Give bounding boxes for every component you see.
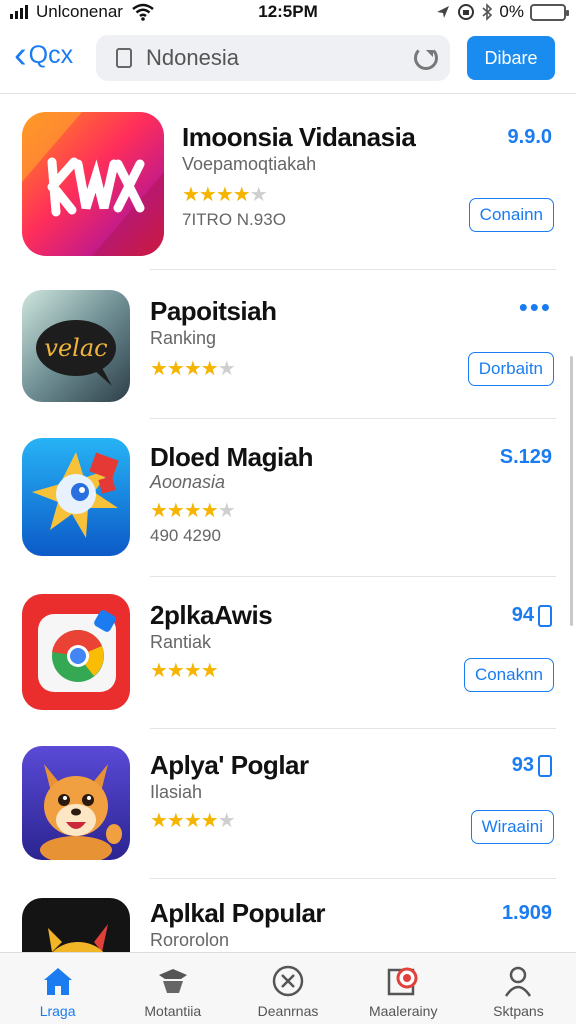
price-text: 94 [511, 604, 534, 626]
stack-icon [153, 961, 193, 1001]
tab-cancel[interactable]: Deanrnas [230, 953, 345, 1024]
app-subtitle: Ranking [150, 328, 217, 348]
location-icon [437, 6, 450, 18]
get-button[interactable]: Conaknn [463, 658, 554, 692]
app-icon-fox[interactable] [22, 746, 130, 860]
app-subtitle: Voepamoqtiakah [182, 154, 317, 174]
app-icon-velac[interactable]: velac [22, 290, 130, 402]
app-title: Papoitsiah [150, 296, 277, 326]
search-field[interactable]: Ndonesia [96, 35, 450, 81]
home-icon [38, 961, 78, 1001]
list-item[interactable]: Dloed Magiah Aoonasia ★★★★★ 490 4290 S.1… [0, 418, 576, 577]
list-item[interactable]: velac Papoitsiah Ranking ★★★★★ ••• Dorba… [0, 270, 576, 419]
tab-bar: Lraga Motantiia Deanrnas Maalerainy Sktp… [0, 952, 576, 1024]
app-icon-kwx[interactable] [22, 112, 164, 256]
battery-icon [530, 3, 569, 21]
rating-stars: ★★★★★ [182, 184, 268, 206]
app-price: S.129 [499, 446, 552, 468]
primary-button[interactable]: Dibare [467, 36, 555, 80]
price-text: 93 [511, 754, 534, 776]
app-title: Dloed Magiah [150, 442, 314, 472]
back-label: Qcx [28, 40, 74, 69]
close-circle-icon [268, 961, 308, 1001]
app-subtitle: Ilasiah [150, 782, 203, 802]
app-price: 9.9.0 [507, 126, 552, 148]
tab-record[interactable]: Maalerainy [346, 953, 461, 1024]
more-options-icon[interactable]: ••• [519, 294, 552, 320]
app-meta: 490 4290 [150, 526, 221, 545]
list-item[interactable]: 2plkaAwis Rantiak ★★★★ 94 Conaknn [0, 576, 576, 729]
app-price: 94 [512, 604, 552, 627]
app-meta: 7ITRO N.93O [182, 210, 286, 229]
search-value: Ndonesia [146, 45, 239, 70]
get-button[interactable]: Dorbaitn [467, 352, 554, 386]
list-item[interactable]: Aplya' Poglar Ilasiah ★★★★★ 93 Wiraaini [0, 728, 576, 879]
get-button[interactable]: Wiraaini [470, 810, 554, 844]
nav-header: ‹ Qcx Ndonesia Dibare [0, 26, 576, 94]
status-right: 0% [435, 2, 569, 22]
back-button[interactable]: ‹ Qcx [14, 34, 74, 76]
app-subtitle: Rantiak [150, 632, 212, 652]
app-title: Aplya' Poglar [150, 750, 309, 780]
tab-label: Lraga [39, 1003, 76, 1019]
app-title: 2plkaAwis [150, 600, 273, 630]
app-subtitle: Aoonasia [150, 472, 226, 492]
rating-stars: ★★★★★ [150, 358, 236, 380]
chevron-left-icon: ‹ [14, 34, 27, 76]
share-icon[interactable] [538, 604, 552, 627]
status-bar: Unlconenar 12:5PM 0% [0, 0, 576, 26]
tab-home[interactable]: Lraga [0, 953, 115, 1024]
share-icon[interactable] [538, 754, 552, 777]
app-price: 1.909 [501, 902, 552, 924]
lock-icon [116, 48, 132, 68]
bluetooth-icon [482, 3, 493, 21]
app-title: Imoonsia Vidanasia [182, 122, 416, 152]
app-icon-popular[interactable] [22, 898, 130, 952]
battery-percent: 0% [499, 2, 524, 21]
tab-label: Sktpans [493, 1003, 544, 1019]
reload-icon[interactable] [414, 46, 438, 70]
list-item[interactable]: Aplkal Popular Rororolon 1.909 [0, 878, 576, 952]
tab-label: Motantiia [144, 1003, 202, 1019]
rating-stars: ★★★★★ [150, 810, 236, 832]
list-item[interactable]: Imoonsia Vidanasia Voepamoqtiakah ★★★★★ … [0, 94, 576, 270]
person-icon [498, 961, 538, 1001]
tab-label: Maalerainy [368, 1003, 438, 1019]
record-icon [383, 961, 423, 1001]
svg-text:velac: velac [44, 334, 107, 362]
rating-stars: ★★★★ [150, 660, 219, 682]
tab-apps[interactable]: Motantiia [115, 953, 230, 1024]
app-icon-sun[interactable] [22, 438, 130, 556]
app-title: Aplkal Popular [150, 898, 326, 928]
tab-label: Deanrnas [257, 1003, 319, 1019]
app-price: 93 [512, 754, 552, 777]
tab-profile[interactable]: Sktpans [461, 953, 576, 1024]
app-list: Imoonsia Vidanasia Voepamoqtiakah ★★★★★ … [0, 94, 576, 952]
app-subtitle: Rororolon [150, 930, 230, 950]
scrollbar[interactable] [570, 356, 573, 626]
lock-rotation-icon [458, 4, 475, 20]
app-icon-browser[interactable] [22, 594, 130, 710]
get-button[interactable]: Conainn [468, 198, 554, 232]
rating-stars: ★★★★★ [150, 500, 236, 522]
